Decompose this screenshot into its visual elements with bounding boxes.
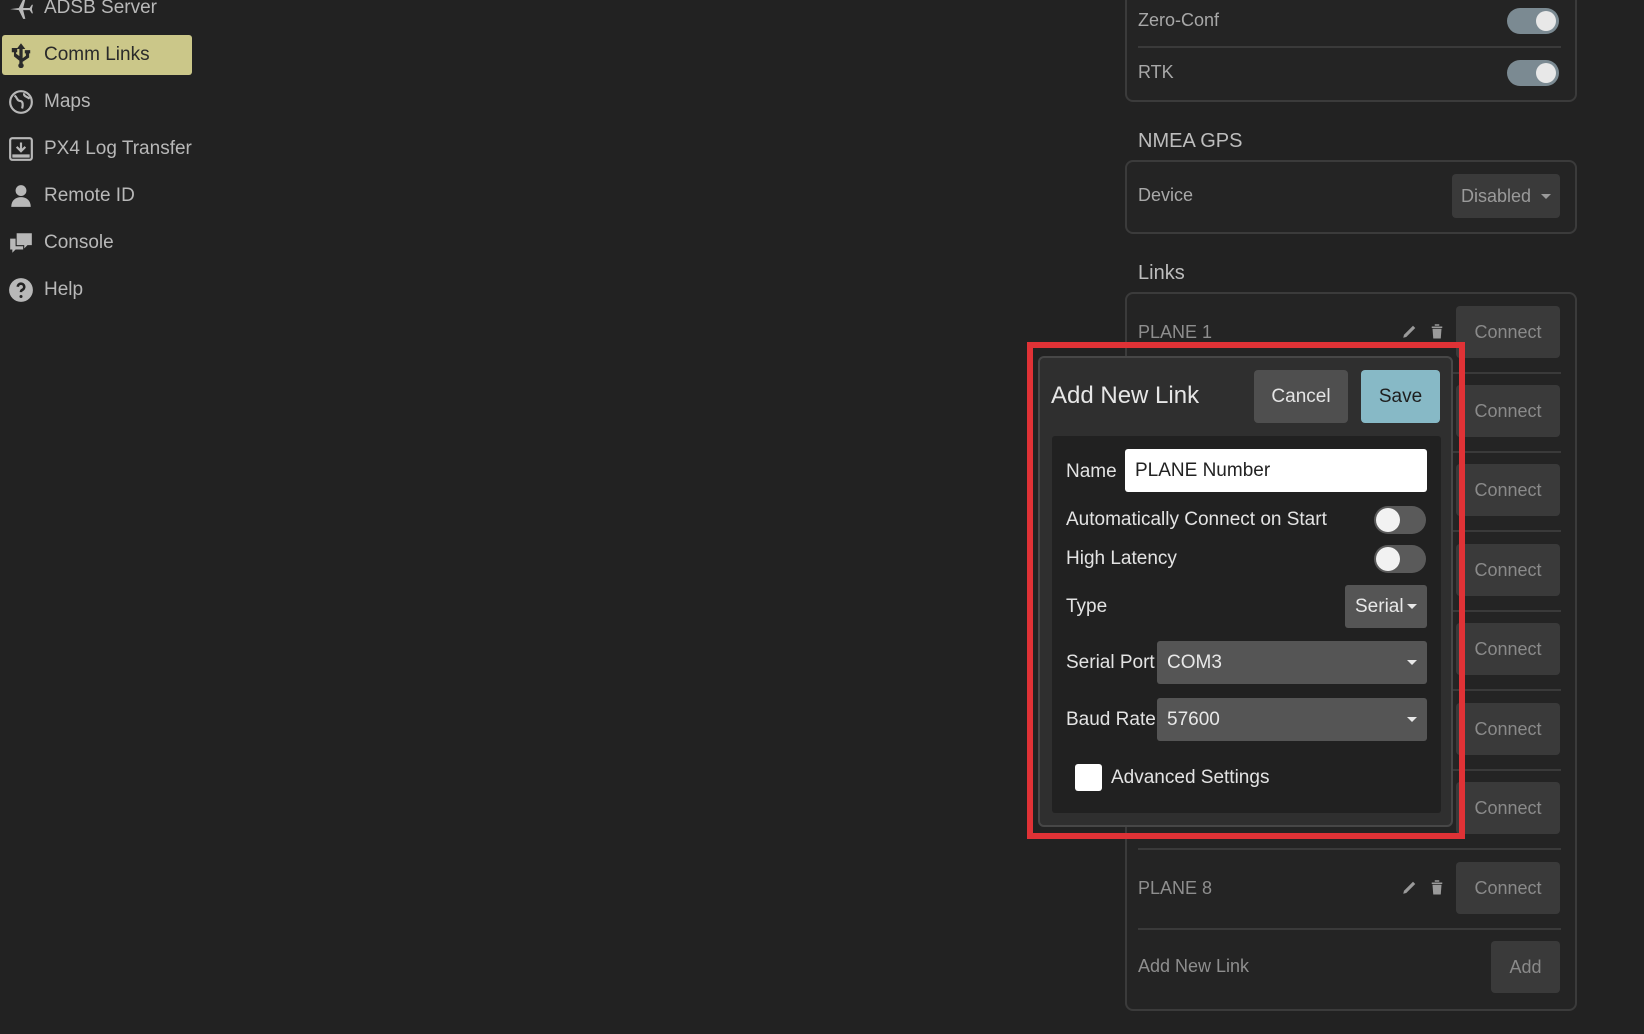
sidebar-item-adsb-server[interactable]: ADSB Server <box>2 0 192 28</box>
plane-icon <box>6 0 36 23</box>
sidebar-item-label: PX4 Log Transfer <box>44 138 192 159</box>
connect-button[interactable]: Connect <box>1456 623 1560 675</box>
edit-icon[interactable] <box>1401 322 1419 340</box>
trash-icon[interactable] <box>1428 878 1446 896</box>
connect-button[interactable]: Connect <box>1456 306 1560 358</box>
sidebar-item-px4-log-transfer[interactable]: PX4 Log Transfer <box>2 129 192 169</box>
highlight-box <box>1027 342 1465 839</box>
device-value: Disabled <box>1460 185 1532 206</box>
add-new-link-label: Add New Link <box>1138 956 1250 976</box>
globe-icon <box>6 87 36 117</box>
rtk-toggle[interactable] <box>1507 60 1559 86</box>
help-icon <box>6 275 36 305</box>
zero-conf-label: Zero-Conf <box>1138 10 1220 30</box>
nmea-gps-title: NMEA GPS <box>1138 130 1243 152</box>
connect-button[interactable]: Connect <box>1456 464 1560 516</box>
sidebar-item-comm-links[interactable]: Comm Links <box>2 35 192 75</box>
sidebar-item-label: Help <box>44 279 84 300</box>
divider <box>1138 928 1561 930</box>
divider <box>1138 46 1561 48</box>
sidebar-item-label: Comm Links <box>44 44 150 65</box>
connect-button[interactable]: Connect <box>1456 703 1560 755</box>
person-icon <box>6 181 36 211</box>
divider <box>1138 848 1561 850</box>
download-icon <box>6 134 36 164</box>
chat-icon <box>6 228 36 258</box>
trash-icon[interactable] <box>1428 322 1446 340</box>
chevron-down-icon <box>1541 193 1552 199</box>
sidebar: ADSB Server Comm Links Maps PX4 Log Tran… <box>0 0 200 1034</box>
sidebar-item-console[interactable]: Console <box>2 223 192 263</box>
link-name: PLANE 8 <box>1138 878 1213 898</box>
device-label: Device <box>1138 185 1194 205</box>
link-name: PLANE 1 <box>1138 322 1213 342</box>
links-title: Links <box>1138 262 1185 284</box>
connect-button[interactable]: Connect <box>1456 862 1560 914</box>
sidebar-item-label: Console <box>44 232 114 253</box>
sidebar-item-maps[interactable]: Maps <box>2 82 192 122</box>
zero-conf-toggle[interactable] <box>1507 8 1559 34</box>
connect-button[interactable]: Connect <box>1456 782 1560 834</box>
sidebar-item-help[interactable]: Help <box>2 270 192 310</box>
sidebar-item-remote-id[interactable]: Remote ID <box>2 176 192 216</box>
sidebar-item-label: Remote ID <box>44 185 135 206</box>
add-link-button[interactable]: Add <box>1491 941 1560 993</box>
connect-button[interactable]: Connect <box>1456 385 1560 437</box>
sidebar-item-label: ADSB Server <box>44 0 157 18</box>
connect-button[interactable]: Connect <box>1456 544 1560 596</box>
sidebar-item-label: Maps <box>44 91 91 112</box>
usb-icon <box>6 40 36 70</box>
edit-icon[interactable] <box>1401 878 1419 896</box>
rtk-label: RTK <box>1138 62 1174 82</box>
device-dropdown[interactable]: Disabled <box>1452 174 1560 218</box>
